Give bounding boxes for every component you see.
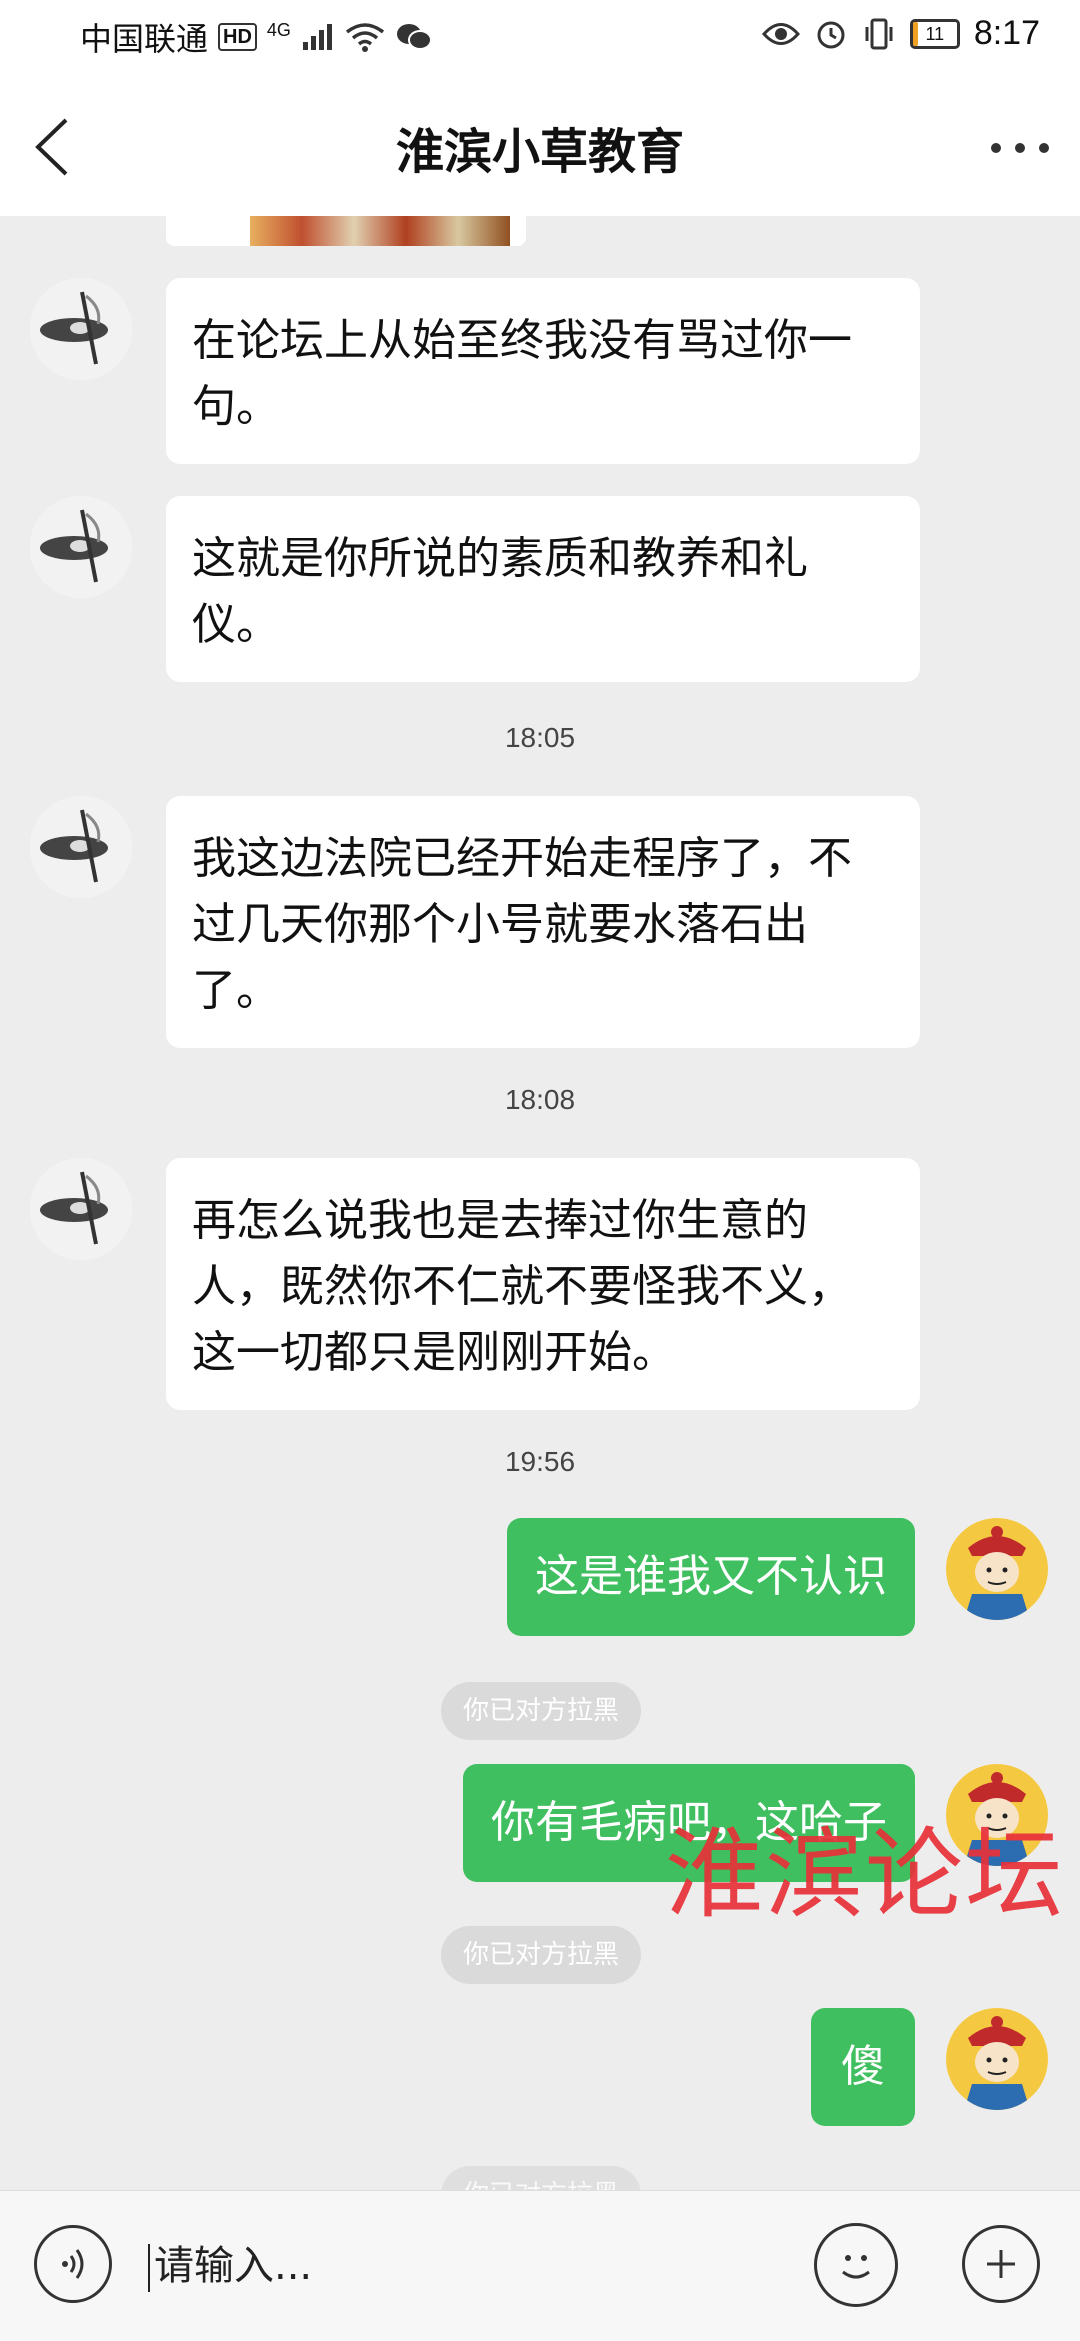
- voice-button[interactable]: [34, 2225, 112, 2303]
- timestamp: 18:05: [504, 722, 576, 753]
- emoji-button[interactable]: [814, 2223, 898, 2307]
- contact-avatar-image: [30, 496, 132, 598]
- system-notice: 你已对方拉黑: [441, 2166, 641, 2190]
- message-bubble-incoming[interactable]: 我这边法院已经开始走程序了，不过几天你那个小号就要水落石出了。: [166, 796, 920, 1048]
- alarm-icon: [817, 21, 845, 48]
- clock: 8:17: [973, 14, 1040, 52]
- emoji-icon: [842, 2255, 870, 2279]
- carrier-label: 中国联通: [80, 21, 209, 57]
- chat-title: 淮滨小草教育: [395, 124, 684, 180]
- voice-icon: [62, 2249, 84, 2279]
- chat-header: 淮滨小草教育: [0, 76, 1080, 216]
- forum-watermark: 淮滨论坛: [665, 1818, 1066, 1932]
- status-bar: 中国联通 HD 4G 11 8:17: [0, 0, 1080, 76]
- message-bubble-incoming[interactable]: 再怎么说我也是去捧过你生意的人，既然你不仁就不要怪我不义，这一切都只是刚刚开始。: [166, 1158, 920, 1410]
- my-avatar[interactable]: [946, 2008, 1048, 2110]
- message-input[interactable]: 请输入...: [148, 2231, 788, 2301]
- battery-percent: 11: [925, 23, 945, 44]
- timestamp: 18:08: [504, 1084, 576, 1115]
- message-bubble-outgoing[interactable]: 傻: [811, 2008, 915, 2126]
- status-left: 中国联通 HD 4G: [80, 14, 433, 60]
- contact-avatar-image: [30, 278, 132, 380]
- hd-badge: HD: [218, 23, 257, 51]
- contact-avatar-image: [30, 796, 132, 898]
- network-type: 4G: [266, 19, 291, 40]
- food-photo-thumbnail[interactable]: [250, 216, 510, 246]
- more-dots-icon[interactable]: [984, 116, 1056, 180]
- my-avatar[interactable]: [946, 1518, 1048, 1620]
- contact-avatar[interactable]: [30, 1158, 132, 1260]
- plus-button[interactable]: [962, 2225, 1040, 2303]
- input-bar: 请输入...: [0, 2190, 1080, 2341]
- system-notice: 你已对方拉黑: [441, 1682, 641, 1740]
- wechat-icon: [396, 24, 432, 50]
- my-avatar-image: [946, 2008, 1048, 2110]
- plus-icon: [987, 2250, 1015, 2278]
- eye-icon: [761, 22, 800, 45]
- contact-avatar-image: [30, 1158, 132, 1260]
- message-bubble-incoming[interactable]: 这就是你所说的素质和教养和礼仪。: [166, 496, 920, 682]
- vibrate-icon: [865, 18, 893, 49]
- battery-indicator: 11: [909, 18, 960, 49]
- message-bubble-outgoing[interactable]: 这是谁我又不认识: [507, 1518, 915, 1636]
- contact-avatar[interactable]: [30, 796, 132, 898]
- my-avatar-image: [946, 1518, 1048, 1620]
- text-caret: [148, 2244, 150, 2292]
- system-notice: 你已对方拉黑: [441, 1926, 641, 1984]
- status-right: 11 8:17: [761, 14, 1040, 53]
- message-bubble-incoming[interactable]: 在论坛上从始至终我没有骂过你一句。: [166, 278, 920, 464]
- battery-fill: [912, 21, 918, 46]
- contact-avatar[interactable]: [30, 278, 132, 380]
- wifi-icon: [345, 23, 384, 52]
- timestamp: 19:56: [504, 1446, 576, 1477]
- message-input-placeholder: 请输入...: [154, 2243, 313, 2289]
- image-message-partial[interactable]: [166, 216, 526, 246]
- contact-avatar[interactable]: [30, 496, 132, 598]
- signal-icon: [302, 24, 332, 50]
